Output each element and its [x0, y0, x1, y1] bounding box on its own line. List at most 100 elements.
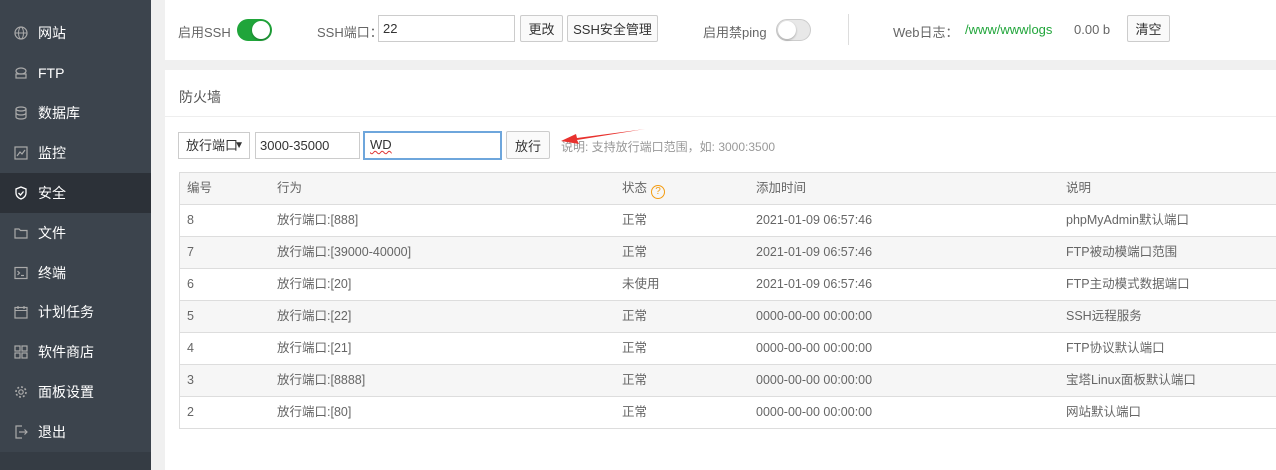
calendar-icon — [14, 305, 28, 319]
column-header-action[interactable]: 行为 — [277, 173, 302, 204]
sidebar-item-label: 计划任务 — [38, 304, 94, 320]
cell-id: 7 — [187, 245, 194, 259]
table-row: 6 放行端口:[20] 未使用 2021-01-09 06:57:46 FTP主动模式数… — [180, 269, 1276, 301]
globe-icon — [14, 26, 28, 40]
cell-action: 放行端口:[22] — [277, 309, 352, 323]
sidebar-item-settings[interactable]: 面板设置 — [0, 372, 151, 412]
toggle-knob — [778, 21, 796, 39]
table-body: 8 放行端口:[888] 正常 2021-01-09 06:57:46 phpMyAdm… — [180, 205, 1276, 429]
table-row: 4 放行端口:[21] 正常 0000-00-00 00:00:00 FTP协议默认端口 — [180, 333, 1276, 365]
terminal-icon — [14, 266, 28, 280]
toggle-knob — [252, 21, 270, 39]
sidebar-item-ftp[interactable]: FTP — [0, 53, 151, 93]
main-content: 启用SSH SSH端口： 22 更改 SSH安全管理 启用禁ping Web日志… — [151, 0, 1276, 470]
cell-action: 放行端口:[39000-40000] — [277, 245, 412, 259]
sidebar-item-label: FTP — [38, 65, 65, 81]
web-log-path-link[interactable]: /www/wwwlogs — [965, 22, 1052, 37]
cell-id: 4 — [187, 341, 194, 355]
cell-status: 正常 — [622, 213, 648, 227]
cell-action: 放行端口:[80] — [277, 405, 352, 419]
sidebar-item-store[interactable]: 软件商店 — [0, 332, 151, 372]
cell-time: 0000-00-00 00:00:00 — [756, 309, 873, 323]
cell-time: 0000-00-00 00:00:00 — [756, 373, 873, 387]
column-header-status-label: 状态 — [622, 181, 648, 195]
sidebar-item-database[interactable]: 数据库 — [0, 93, 151, 133]
allow-port-button[interactable]: 放行 — [506, 131, 550, 159]
sidebar-item-cron[interactable]: 计划任务 — [0, 292, 151, 332]
table-row: 3 放行端口:[8888] 正常 0000-00-00 00:00:00 宝塔Linux… — [180, 365, 1276, 397]
ssh-port-input[interactable]: 22 — [378, 15, 515, 42]
divider — [165, 116, 1276, 117]
sidebar-item-label: 软件商店 — [38, 344, 94, 360]
remark-input[interactable]: WD — [363, 131, 502, 160]
firewall-rules-table: 编号 行为 状态? 添加时间 说明 8 放行端口:[888] 正常 2021-01-0… — [179, 172, 1276, 429]
ping-block-label: 启用禁ping — [703, 25, 767, 40]
ping-toggle[interactable] — [776, 19, 811, 41]
folder-icon — [14, 226, 28, 240]
cell-note: 网站默认端口 — [1066, 405, 1142, 419]
cell-status: 正常 — [622, 373, 648, 387]
help-icon[interactable]: ? — [651, 185, 666, 199]
sidebar-item-security[interactable]: 安全 — [0, 173, 151, 213]
ssh-security-button[interactable]: SSH安全管理 — [567, 15, 658, 42]
firewall-title: 防火墙 — [179, 89, 221, 105]
ftp-icon — [14, 66, 28, 80]
sidebar-item-label: 面板设置 — [38, 384, 94, 400]
cell-action: 放行端口:[8888] — [277, 373, 366, 387]
cell-time: 2021-01-09 06:57:46 — [756, 213, 873, 227]
cell-status: 正常 — [622, 405, 648, 419]
ssh-port-label: SSH端口： — [317, 25, 383, 40]
divider — [848, 14, 849, 45]
clear-log-button[interactable]: 清空 — [1127, 15, 1170, 42]
sidebar-item-website[interactable]: 网站 — [0, 13, 151, 53]
gear-icon — [14, 385, 28, 399]
cell-status: 正常 — [622, 309, 648, 323]
sidebar-item-label: 文件 — [38, 225, 66, 241]
web-log-size: 0.00 b — [1074, 22, 1111, 37]
cell-action: 放行端口:[21] — [277, 341, 352, 355]
sidebar-item-logout[interactable]: 退出 — [0, 412, 151, 452]
sidebar-item-files[interactable]: 文件 — [0, 213, 151, 253]
column-header-time[interactable]: 添加时间 — [756, 173, 806, 204]
sidebar-item-monitor[interactable]: 监控 — [0, 133, 151, 173]
sidebar-item-label: 退出 — [38, 424, 66, 440]
table-row: 5 放行端口:[22] 正常 0000-00-00 00:00:00 SSH远程服务 — [180, 301, 1276, 333]
cell-time: 0000-00-00 00:00:00 — [756, 405, 873, 419]
table-row: 7 放行端口:[39000-40000] 正常 2021-01-09 06:57:46… — [180, 237, 1276, 269]
web-log-label: Web日志： — [893, 25, 959, 40]
cell-id: 6 — [187, 277, 194, 291]
cell-id: 3 — [187, 373, 194, 387]
sidebar-footer — [0, 452, 151, 470]
ssh-toggle[interactable] — [237, 19, 272, 41]
cell-status: 未使用 — [622, 277, 660, 291]
rule-type-select[interactable]: 放行端口 ▼ — [178, 132, 250, 159]
cell-status: 正常 — [622, 341, 648, 355]
cell-note: 宝塔Linux面板默认端口 — [1066, 373, 1196, 387]
column-header-id[interactable]: 编号 — [187, 173, 212, 204]
change-port-button[interactable]: 更改 — [520, 15, 563, 42]
cell-time: 2021-01-09 06:57:46 — [756, 245, 873, 259]
cell-note: FTP主动模式数据端口 — [1066, 277, 1190, 291]
cell-action: 放行端口:[20] — [277, 277, 352, 291]
firewall-panel: 防火墙 放行端口 ▼ 3000-35000 WD 放行 说明: 支持放行端口范围… — [165, 70, 1276, 470]
apps-icon — [14, 345, 28, 359]
column-header-note[interactable]: 说明 — [1066, 173, 1091, 204]
cell-action: 放行端口:[888] — [277, 213, 359, 227]
column-header-status[interactable]: 状态? — [622, 173, 666, 204]
table-row: 8 放行端口:[888] 正常 2021-01-09 06:57:46 phpMyAdm… — [180, 205, 1276, 237]
sidebar-item-label: 网站 — [38, 25, 66, 41]
rule-type-value: 放行端口 — [186, 138, 238, 153]
cell-time: 0000-00-00 00:00:00 — [756, 341, 873, 355]
cell-note: SSH远程服务 — [1066, 309, 1142, 323]
database-icon — [14, 106, 28, 120]
shield-icon — [14, 186, 28, 200]
table-row: 2 放行端口:[80] 正常 0000-00-00 00:00:00 网站默认端口 — [180, 397, 1276, 429]
cell-time: 2021-01-09 06:57:46 — [756, 277, 873, 291]
port-input[interactable]: 3000-35000 — [255, 132, 360, 159]
cell-note: FTP被动模端口范围 — [1066, 245, 1178, 259]
sidebar-item-terminal[interactable]: 终端 — [0, 253, 151, 293]
sidebar-item-label: 终端 — [38, 265, 66, 281]
cell-id: 8 — [187, 213, 194, 227]
dropdown-caret-icon: ▼ — [234, 140, 244, 151]
cell-id: 2 — [187, 405, 194, 419]
